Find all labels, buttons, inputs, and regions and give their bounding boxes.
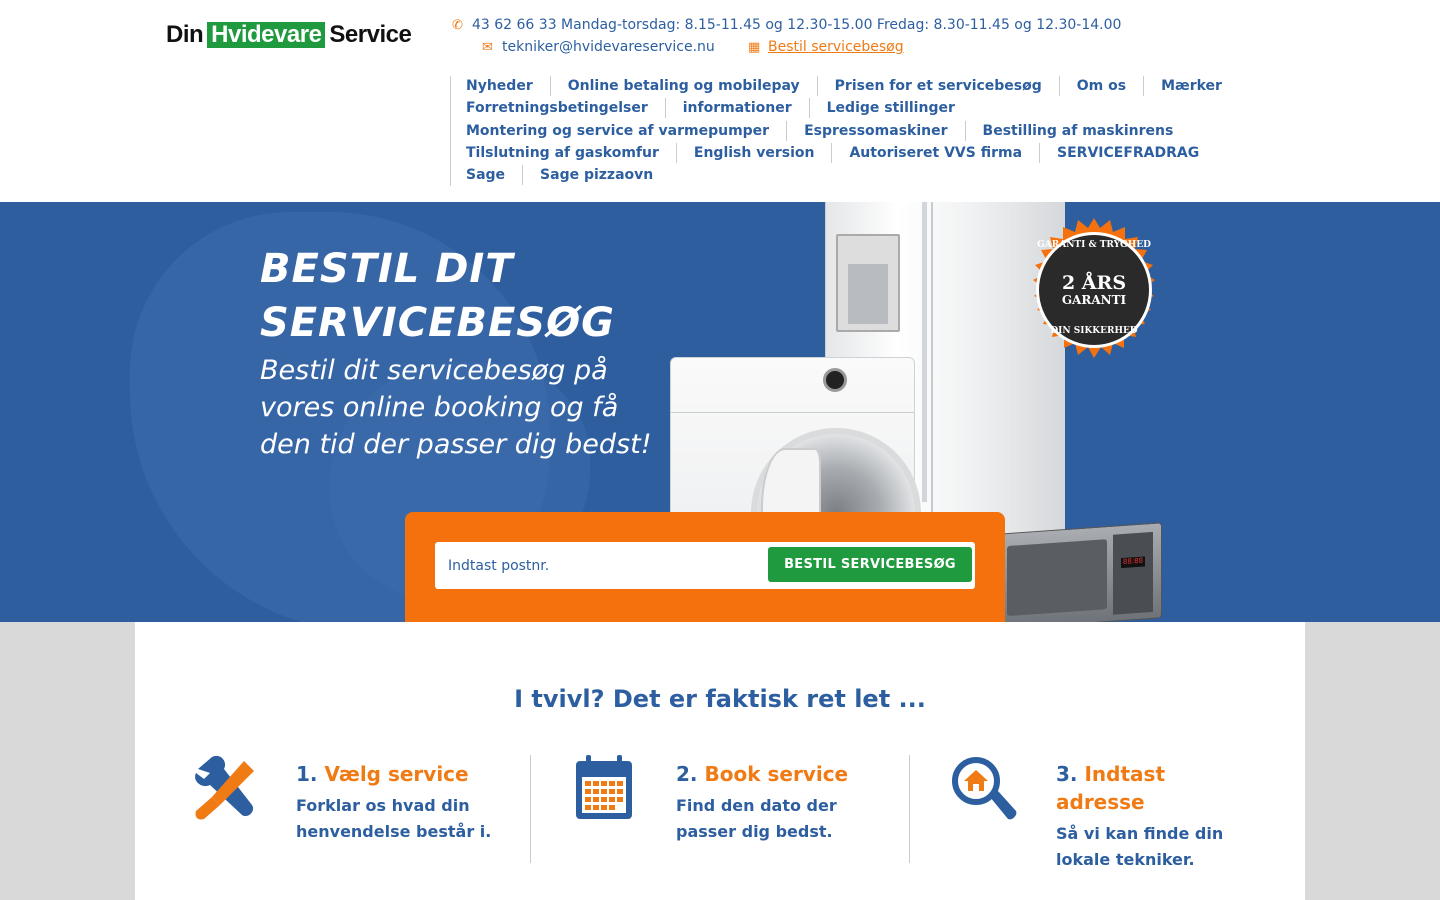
phone-icon: ✆ [452,18,463,33]
contact-email[interactable]: ✉ tekniker@hvidevareservice.nu [482,39,715,55]
badge-small-text: GARANTI [1061,293,1127,307]
postal-code-input[interactable] [435,542,765,589]
step-2-line-1: Find den dato der [676,796,837,815]
booking-link[interactable]: Bestil servicebesøg [768,39,904,55]
step-3-line-2: lokale tekniker. [1056,850,1195,869]
washer-knob [823,368,847,392]
tools-icon [195,755,254,820]
nav-item-maskinrens[interactable]: Bestilling af maskinrens [964,121,1191,141]
nav-item-ledige-stillinger[interactable]: Ledige stillinger [808,98,972,118]
microwave-image: 88:88 [998,522,1162,622]
phone-hours-text: 43 62 66 33 Mandag-torsdag: 8.15-11.45 o… [472,17,1122,33]
hero-banner: BESTIL DIT SERVICEBESØG Bestil dit servi… [0,202,1440,622]
nav-row-3: Montering og service af varmepumper Espr… [451,121,1190,141]
step-3-title-2: adresse [1056,790,1145,814]
nav-row-4: Tilslutning af gaskomfur English version… [451,143,1216,163]
step-2-line-2: passer dig bedst. [676,822,833,841]
nav-item-servicefradrag[interactable]: SERVICEFRADRAG [1039,143,1216,163]
nav-item-prisen[interactable]: Prisen for et servicebesøg [816,76,1059,96]
nav-row-5: Sage Sage pizzaovn [451,165,670,185]
step-divider-2 [909,755,910,863]
step-1-title: Vælg service [324,762,469,786]
hero-subtitle: Bestil dit servicebesøg på vores online … [260,355,652,460]
contact-phone: ✆ 43 62 66 33 Mandag-torsdag: 8.15-11.45 … [452,17,1121,33]
badge-ring-bottom: DIN SIKKERHED [1050,326,1138,336]
logo-part-2: Hvidevare [207,22,326,48]
step-2: 2. Book service Find den dato der passer… [570,755,910,865]
hero-title-line-2: SERVICEBESØG [260,300,615,346]
calendar-icon [576,755,632,819]
guarantee-badge: 2 ÅRS GARANTI GARANTI & TRYGHED DIN SIKK… [1022,218,1166,362]
site-header: Din Hvidevare Service ✆ 43 62 66 33 Manda… [0,0,1440,202]
step-1-number: 1. [296,762,318,786]
step-1-heading: 1. Vælg service [296,760,469,788]
badge-ring-top: GARANTI & TRYGHED [1037,240,1151,250]
step-3: 3. Indtast adresse Så vi kan finde din l… [950,755,1290,869]
steps-title: I tvivl? Det er faktisk ret let ... [514,685,926,713]
step-1-line-1: Forklar os hvad din [296,796,470,815]
step-1: 1. Vælg service Forklar os hvad din henv… [190,755,530,865]
step-1-line-2: henvendelse består i. [296,822,492,841]
step-divider-1 [530,755,531,863]
nav-item-om-os[interactable]: Om os [1058,76,1143,96]
hero-title: BESTIL DIT SERVICEBESØG [260,242,615,350]
step-3-heading: 3. Indtast adresse [1056,760,1165,816]
search-home-icon [952,757,1017,820]
nav-item-sage-pizzaovn[interactable]: Sage pizzaovn [522,165,670,185]
step-2-number: 2. [676,762,698,786]
nav-item-sage[interactable]: Sage [451,165,522,185]
nav-row-2: Forretningsbetingelser informationer Led… [451,98,972,118]
step-3-title: Indtast [1084,762,1166,786]
step-2-heading: 2. Book service [676,760,848,788]
nav-item-online-betaling[interactable]: Online betaling og mobilepay [549,76,817,96]
booking-box: BESTIL SERVICEBESØG [405,512,1005,622]
main-navigation: Nyheder Online betaling og mobilepay Pri… [450,76,1250,186]
water-dispenser [836,234,900,332]
contact-booking[interactable]: ▦ Bestil servicebesøg [748,39,904,55]
nav-item-english[interactable]: English version [675,143,832,163]
nav-item-gaskomfur[interactable]: Tilslutning af gaskomfur [451,143,676,163]
logo-part-3: Service [329,21,412,48]
envelope-icon: ✉ [482,40,493,55]
nav-item-maerker[interactable]: Mærker [1143,76,1239,96]
site-logo[interactable]: Din Hvidevare Service [166,21,412,49]
nav-item-vvs[interactable]: Autoriseret VVS firma [831,143,1039,163]
step-3-number: 3. [1056,762,1078,786]
microwave-display: 88:88 [1121,556,1145,569]
badge-big-text: 2 ÅRS [1061,272,1127,294]
nav-item-forretningsbetingelser[interactable]: Forretningsbetingelser [451,98,665,118]
step-2-title: Book service [704,762,849,786]
hero-title-line-1: BESTIL DIT [260,246,514,292]
nav-row-1: Nyheder Online betaling og mobilepay Pri… [451,76,1239,96]
calendar-small-icon: ▦ [748,40,761,55]
nav-item-espressomaskiner[interactable]: Espressomaskiner [786,121,964,141]
nav-item-nyheder[interactable]: Nyheder [451,76,550,96]
email-text[interactable]: tekniker@hvidevareservice.nu [502,39,715,55]
step-3-line-1: Så vi kan finde din [1056,824,1224,843]
booking-form: BESTIL SERVICEBESØG [435,542,975,589]
nav-item-varmepumper[interactable]: Montering og service af varmepumper [451,121,786,141]
nav-item-informationer[interactable]: informationer [664,98,809,118]
steps-section: I tvivl? Det er faktisk ret let ... 1. V… [135,622,1305,900]
book-service-button[interactable]: BESTIL SERVICEBESØG [768,547,972,582]
logo-part-1: Din [166,21,204,48]
